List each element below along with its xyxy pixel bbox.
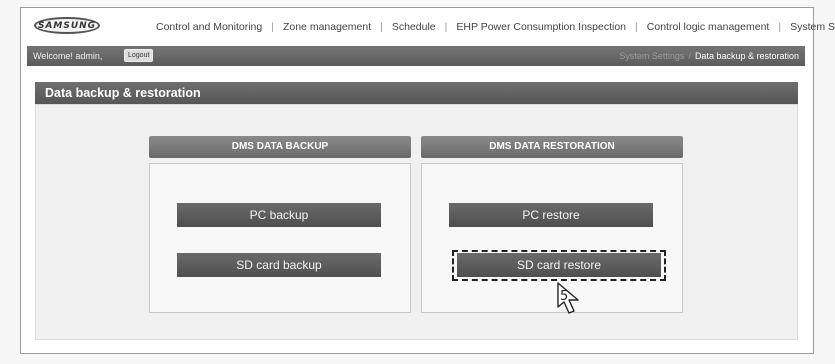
backup-section: DMS DATA BACKUP PC backup SD card backup — [149, 136, 411, 313]
menu-control-logic[interactable]: Control logic management — [640, 21, 777, 33]
main-menu: Control and Monitoring | Zone management… — [149, 21, 835, 33]
breadcrumb-parent[interactable]: System Settings — [619, 51, 684, 61]
page-title: Data backup & restoration — [35, 82, 798, 104]
samsung-logo: SAMSUNG — [34, 17, 100, 34]
menu-separator: | — [271, 21, 274, 33]
menu-separator: | — [635, 21, 638, 33]
menu-zone-management[interactable]: Zone management — [276, 21, 378, 33]
welcome-text: Welcome! admin, — [33, 51, 103, 61]
menu-schedule[interactable]: Schedule — [385, 21, 443, 33]
pc-backup-button[interactable]: PC backup — [177, 203, 381, 227]
restore-section: DMS DATA RESTORATION PC restore SD card … — [421, 136, 683, 314]
menu-separator: | — [778, 21, 782, 33]
breadcrumb-separator: / — [688, 51, 691, 61]
pc-restore-button[interactable]: PC restore — [449, 203, 653, 227]
restore-section-body: PC restore SD card restore 5 — [421, 163, 683, 314]
menu-ehp-power[interactable]: EHP Power Consumption Inspection — [449, 21, 633, 33]
breadcrumb: System Settings / Data backup & restorat… — [619, 51, 799, 61]
sd-card-restore-button[interactable]: SD card restore — [457, 253, 661, 277]
restore-section-title: DMS DATA RESTORATION — [421, 136, 683, 158]
backup-section-title: DMS DATA BACKUP — [149, 136, 411, 158]
hand-pointer-icon: 5 — [554, 281, 590, 317]
menu-system-settings[interactable]: System Settings — [783, 21, 835, 33]
step-number: 5 — [560, 289, 569, 304]
menu-separator: | — [444, 21, 448, 33]
status-bar: Welcome! admin, Logout System Settings /… — [27, 46, 805, 66]
breadcrumb-current: Data backup & restoration — [694, 51, 799, 61]
app-window: SAMSUNG Control and Monitoring | Zone ma… — [20, 7, 835, 354]
sd-card-backup-button[interactable]: SD card backup — [177, 253, 381, 277]
top-navigation: SAMSUNG Control and Monitoring | Zone ma… — [21, 8, 835, 46]
menu-separator: | — [380, 21, 383, 33]
menu-control-monitoring[interactable]: Control and Monitoring — [149, 21, 269, 33]
backup-section-body: PC backup SD card backup — [149, 163, 411, 313]
logout-button[interactable]: Logout — [124, 49, 154, 62]
content-panel: DMS DATA BACKUP PC backup SD card backup… — [35, 104, 798, 340]
